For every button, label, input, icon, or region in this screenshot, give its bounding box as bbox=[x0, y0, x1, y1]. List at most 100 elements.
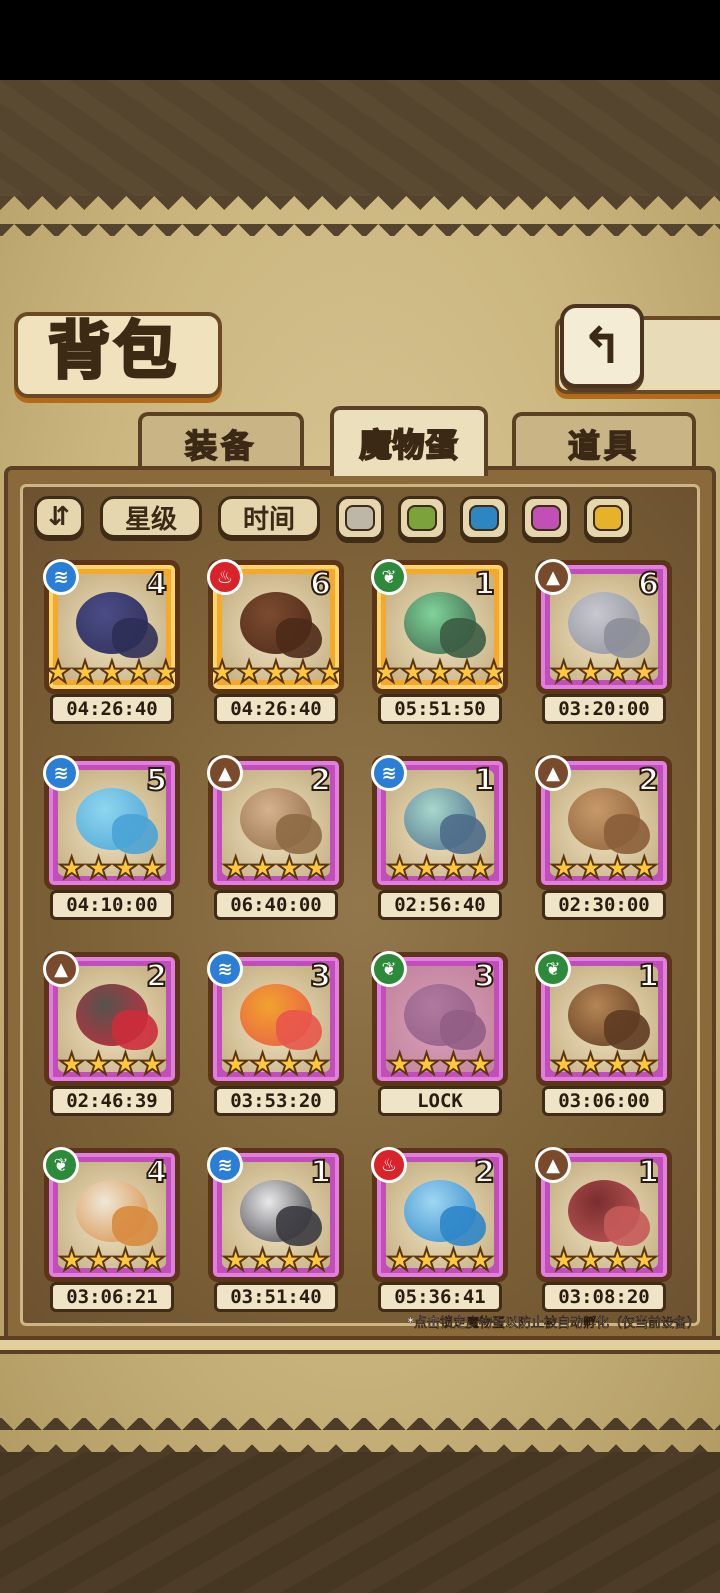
egg-count: 1 bbox=[309, 1154, 332, 1191]
monster-egg-detail bbox=[440, 1206, 486, 1246]
water-element-icon: ≋ bbox=[371, 755, 407, 791]
star-rating: ★★★★★ bbox=[208, 655, 344, 690]
earth-element-icon: ▲ bbox=[535, 755, 571, 791]
rarity-filter-swatch[interactable] bbox=[336, 496, 384, 540]
earth-element-icon: ▲ bbox=[43, 951, 79, 987]
hatch-timer: 03:20:00 bbox=[542, 694, 666, 724]
egg-card[interactable]: ❦ 1 ★★★★ 03:06:00 bbox=[535, 951, 674, 1124]
egg-card-frame: ♨ 2 ★★★★ bbox=[371, 1147, 508, 1282]
tab-items-label: 道具 bbox=[567, 426, 640, 466]
egg-card-frame: ❦ 3 ★★★★ bbox=[371, 951, 508, 1086]
hatch-timer: 02:46:39 bbox=[50, 1086, 174, 1116]
back-button[interactable]: ↰ bbox=[560, 304, 644, 388]
grass-element-icon: ❦ bbox=[371, 559, 407, 595]
egg-count: 5 bbox=[145, 762, 168, 799]
rarity-filter-swatch[interactable] bbox=[460, 496, 508, 540]
star-rating: ★★★★ bbox=[221, 1047, 331, 1082]
hatch-timer: 05:36:41 bbox=[378, 1282, 502, 1312]
hatch-timer: 03:53:20 bbox=[214, 1086, 338, 1116]
egg-card-frame: ❦ 1 ★★★★★ bbox=[371, 559, 508, 694]
hatch-timer: 02:56:40 bbox=[378, 890, 502, 920]
egg-card[interactable]: ▲ 2 ★★★★ 06:40:00 bbox=[207, 755, 346, 928]
tab-equipment[interactable]: 装备 bbox=[138, 412, 304, 472]
egg-card-frame: ▲ 2 ★★★★ bbox=[535, 755, 672, 890]
egg-count: 4 bbox=[145, 1154, 168, 1191]
egg-card[interactable]: ❦ 3 ★★★★ LOCK bbox=[371, 951, 510, 1124]
water-element-icon: ≋ bbox=[207, 951, 243, 987]
hatch-timer: 03:08:20 bbox=[542, 1282, 666, 1312]
egg-count: 1 bbox=[637, 1154, 660, 1191]
earth-element-icon: ▲ bbox=[535, 559, 571, 595]
status-bar bbox=[0, 0, 720, 80]
egg-card-frame: ≋ 5 ★★★★ bbox=[43, 755, 180, 890]
egg-card[interactable]: ▲ 2 ★★★★ 02:30:00 bbox=[535, 755, 674, 928]
sort-by-stars-button[interactable]: 星级 bbox=[100, 496, 202, 538]
egg-card[interactable]: ❦ 4 ★★★★ 03:06:21 bbox=[43, 1147, 182, 1320]
hatch-timer: 03:06:21 bbox=[50, 1282, 174, 1312]
egg-count: 2 bbox=[309, 762, 332, 799]
egg-card[interactable]: ≋ 1 ★★★★ 03:51:40 bbox=[207, 1147, 346, 1320]
grass-element-icon: ❦ bbox=[43, 1147, 79, 1183]
egg-card[interactable]: ▲ 1 ★★★★ 03:08:20 bbox=[535, 1147, 674, 1320]
star-rating: ★★★★ bbox=[385, 1047, 495, 1082]
tab-equipment-label: 装备 bbox=[184, 426, 257, 466]
page-title: 背包 bbox=[46, 313, 180, 389]
monster-egg-detail bbox=[604, 1206, 650, 1246]
egg-count: 3 bbox=[309, 958, 332, 995]
egg-card[interactable]: ≋ 3 ★★★★ 03:53:20 bbox=[207, 951, 346, 1124]
egg-card-frame: ▲ 6 ★★★★ bbox=[535, 559, 672, 694]
tab-monster-eggs[interactable]: 魔物蛋 bbox=[330, 406, 488, 476]
sort-by-stars-label: 星级 bbox=[124, 504, 177, 535]
egg-count: 1 bbox=[473, 566, 496, 603]
earth-element-icon: ▲ bbox=[207, 755, 243, 791]
star-rating: ★★★★ bbox=[549, 1243, 659, 1278]
egg-card[interactable]: ▲ 2 ★★★★ 02:46:39 bbox=[43, 951, 182, 1124]
monster-egg-detail bbox=[112, 1010, 158, 1050]
monster-egg-detail bbox=[276, 618, 322, 658]
star-rating: ★★★★ bbox=[57, 1243, 167, 1278]
grass-element-icon: ❦ bbox=[371, 951, 407, 987]
egg-lock-label: LOCK bbox=[378, 1086, 502, 1116]
egg-card[interactable]: ♨ 2 ★★★★ 05:36:41 bbox=[371, 1147, 510, 1320]
egg-card[interactable]: ❦ 1 ★★★★★ 05:51:50 bbox=[371, 559, 510, 732]
rarity-filter-swatch[interactable] bbox=[522, 496, 570, 540]
egg-card[interactable]: ▲ 6 ★★★★ 03:20:00 bbox=[535, 559, 674, 732]
star-rating: ★★★★ bbox=[385, 1243, 495, 1278]
water-element-icon: ≋ bbox=[43, 559, 79, 595]
egg-card[interactable]: ≋ 4 ★★★★★ 04:26:40 bbox=[43, 559, 182, 732]
hatch-timer: 04:26:40 bbox=[214, 694, 338, 724]
egg-card[interactable]: ♨ 6 ★★★★★ 04:26:40 bbox=[207, 559, 346, 732]
egg-card[interactable]: ≋ 1 ★★★★ 02:56:40 bbox=[371, 755, 510, 928]
hatch-timer: 06:40:00 bbox=[214, 890, 338, 920]
egg-count: 3 bbox=[473, 958, 496, 995]
star-rating: ★★★★ bbox=[57, 1047, 167, 1082]
monster-egg-detail bbox=[276, 1206, 322, 1246]
monster-egg-detail bbox=[440, 814, 486, 854]
star-rating: ★★★★ bbox=[57, 851, 167, 886]
monster-egg-detail bbox=[604, 618, 650, 658]
egg-count: 1 bbox=[637, 958, 660, 995]
star-rating: ★★★★ bbox=[549, 1047, 659, 1082]
earth-element-icon: ▲ bbox=[535, 1147, 571, 1183]
rarity-filter-swatch[interactable] bbox=[584, 496, 632, 540]
sort-order-icon: ⇵ bbox=[48, 502, 70, 532]
sort-order-button[interactable]: ⇵ bbox=[34, 496, 84, 538]
egg-card[interactable]: ≋ 5 ★★★★ 04:10:00 bbox=[43, 755, 182, 928]
star-rating: ★★★★★ bbox=[44, 655, 180, 690]
star-rating: ★★★★ bbox=[385, 851, 495, 886]
monster-egg-detail bbox=[440, 1010, 486, 1050]
sort-by-time-button[interactable]: 时间 bbox=[218, 496, 320, 538]
water-element-icon: ≋ bbox=[43, 755, 79, 791]
monster-egg-detail bbox=[604, 814, 650, 854]
monster-egg-detail bbox=[276, 1010, 322, 1050]
egg-card-frame: ❦ 1 ★★★★ bbox=[535, 951, 672, 1086]
monster-egg-detail bbox=[604, 1010, 650, 1050]
egg-count: 1 bbox=[473, 762, 496, 799]
hatch-timer: 02:30:00 bbox=[542, 890, 666, 920]
star-rating: ★★★★★ bbox=[372, 655, 508, 690]
egg-card-frame: ▲ 2 ★★★★ bbox=[43, 951, 180, 1086]
egg-count: 6 bbox=[309, 566, 332, 603]
tab-items[interactable]: 道具 bbox=[512, 412, 696, 472]
rarity-filter-swatch[interactable] bbox=[398, 496, 446, 540]
hatch-timer: 04:26:40 bbox=[50, 694, 174, 724]
